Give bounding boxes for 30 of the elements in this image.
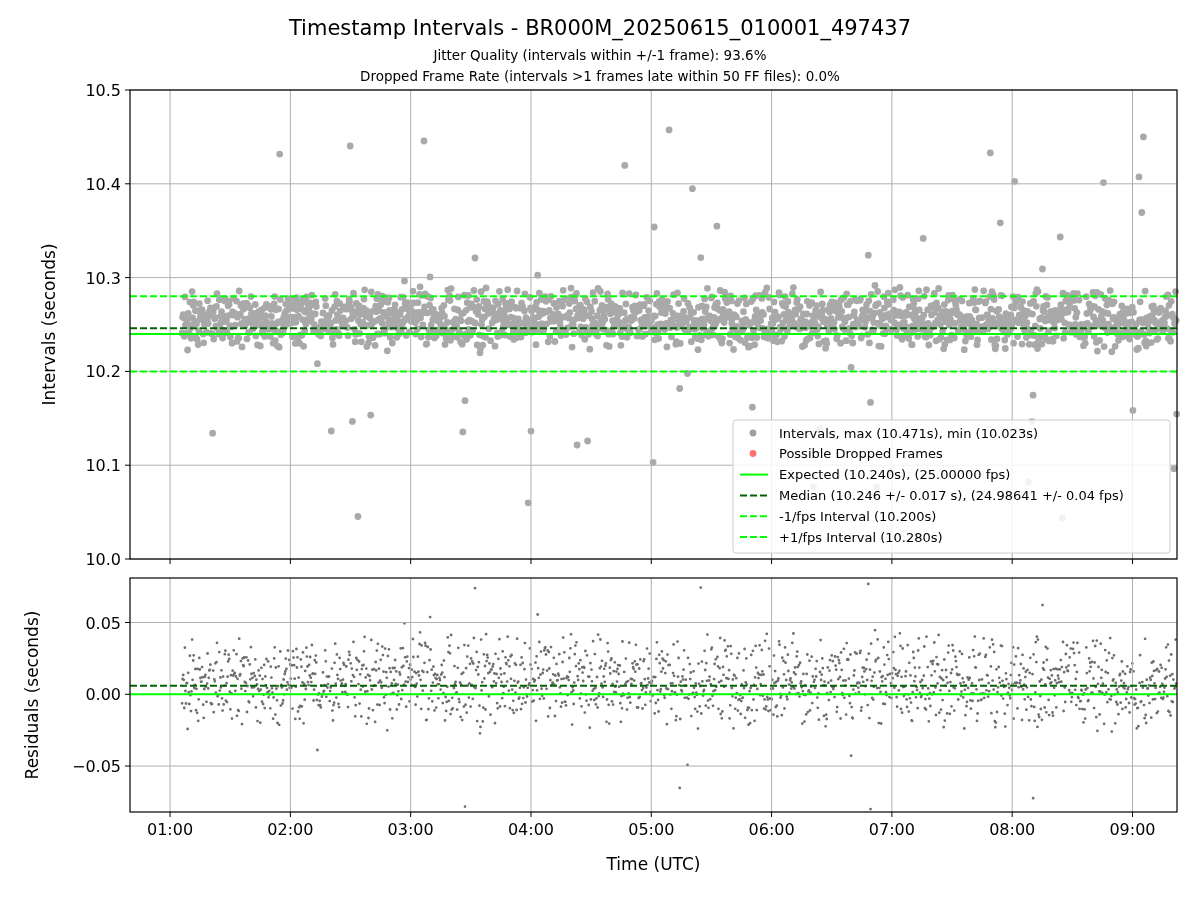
- figure-subtitle: Jitter Quality (intervals within +/-1 frame): 93.6%: [433, 46, 767, 65]
- x-tick-label: 05:00: [628, 820, 675, 839]
- x-axis-label: Time (UTC): [606, 854, 701, 874]
- y-axis-label: Intervals (seconds): [39, 243, 59, 406]
- x-tick-label: 06:00: [748, 820, 795, 839]
- y-tick-label: 0.00: [85, 685, 121, 705]
- x-tick-label: 03:00: [387, 820, 434, 839]
- legend-label: Median (10.246 +/- 0.017 s), (24.98641 +/- 0.04 fps): [779, 487, 1124, 503]
- y-axis-label: Residuals (seconds): [22, 610, 42, 780]
- legend-label: +1/fps Interval (10.280s): [779, 529, 943, 545]
- y-tick-label: 10.2: [85, 362, 121, 382]
- legend-label: -1/fps Interval (10.200s): [779, 508, 937, 524]
- y-tick-label: 0.05: [85, 613, 121, 633]
- y-tick-label: 10.0: [85, 550, 121, 568]
- y-tick-label: 10.3: [85, 268, 121, 288]
- x-tick-label: 01:00: [147, 820, 194, 839]
- legend-label: Possible Dropped Frames: [779, 446, 943, 461]
- y-tick-label: 10.1: [85, 456, 121, 476]
- legend-label: Intervals, max (10.471s), min (10.023s): [779, 425, 1038, 441]
- x-tick-label: 09:00: [1109, 820, 1156, 839]
- y-tick-label: 10.5: [85, 81, 121, 100]
- y-tick-label: −0.05: [71, 757, 121, 777]
- figure-title: Timestamp Intervals - BR000M_20250615_010001_497437: [288, 15, 912, 42]
- x-tick-label: 02:00: [267, 820, 314, 839]
- x-tick-label: 04:00: [507, 820, 555, 839]
- figure-subtitle: Dropped Frame Rate (intervals >1 frames late within 50 FF files): 0.0%: [360, 67, 840, 86]
- x-tick-label: 08:00: [989, 820, 1036, 839]
- legend-label: Expected (10.240s), (25.00000 fps): [779, 467, 1011, 483]
- x-tick-label: 07:00: [868, 820, 915, 839]
- y-tick-label: 10.4: [85, 174, 121, 194]
